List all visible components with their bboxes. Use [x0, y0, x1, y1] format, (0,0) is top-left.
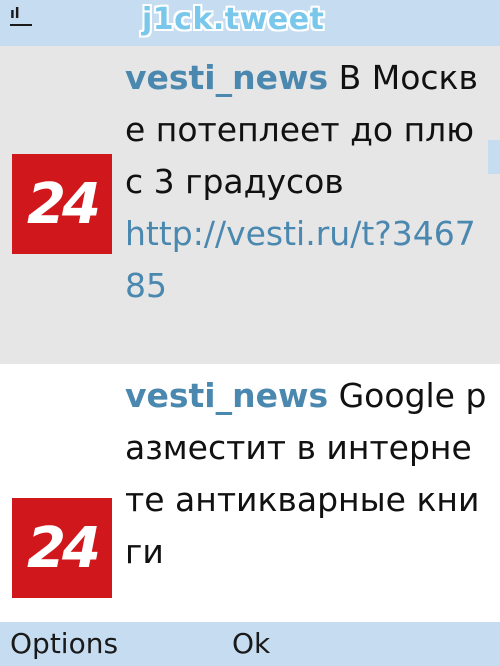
- signal-icon: ıl: [8, 6, 34, 42]
- softkey-bar: Options Ok: [0, 622, 500, 666]
- tweet-link[interactable]: http://vesti.ru/t?346785: [125, 208, 487, 312]
- tweet-item[interactable]: 24 vesti_news Google разместит в интерне…: [0, 364, 500, 622]
- tweet-username[interactable]: vesti_news: [125, 58, 328, 97]
- tweet-item[interactable]: 24 vesti_news В Москве потеплеет до плюс…: [0, 46, 500, 364]
- tweet-text: vesti_news В Москве потеплеет до плюс 3 …: [125, 52, 487, 312]
- app-logo: j1ck.tweet: [142, 2, 325, 37]
- avatar: 24: [12, 498, 112, 598]
- scrollbar-thumb[interactable]: [488, 140, 500, 174]
- avatar-label: 24: [27, 515, 101, 581]
- scrollbar[interactable]: [486, 46, 500, 622]
- avatar-label: 24: [27, 171, 101, 237]
- avatar: 24: [12, 154, 112, 254]
- tweet-username[interactable]: vesti_news: [125, 376, 328, 415]
- tweet-list[interactable]: 24 vesti_news В Москве потеплеет до плюс…: [0, 46, 500, 622]
- tweet-text: vesti_news Google разместит в интернете …: [125, 370, 487, 578]
- options-softkey[interactable]: Options: [10, 626, 118, 662]
- header-bar: ıl j1ck.tweet: [0, 0, 500, 46]
- ok-softkey[interactable]: Ok: [232, 626, 270, 662]
